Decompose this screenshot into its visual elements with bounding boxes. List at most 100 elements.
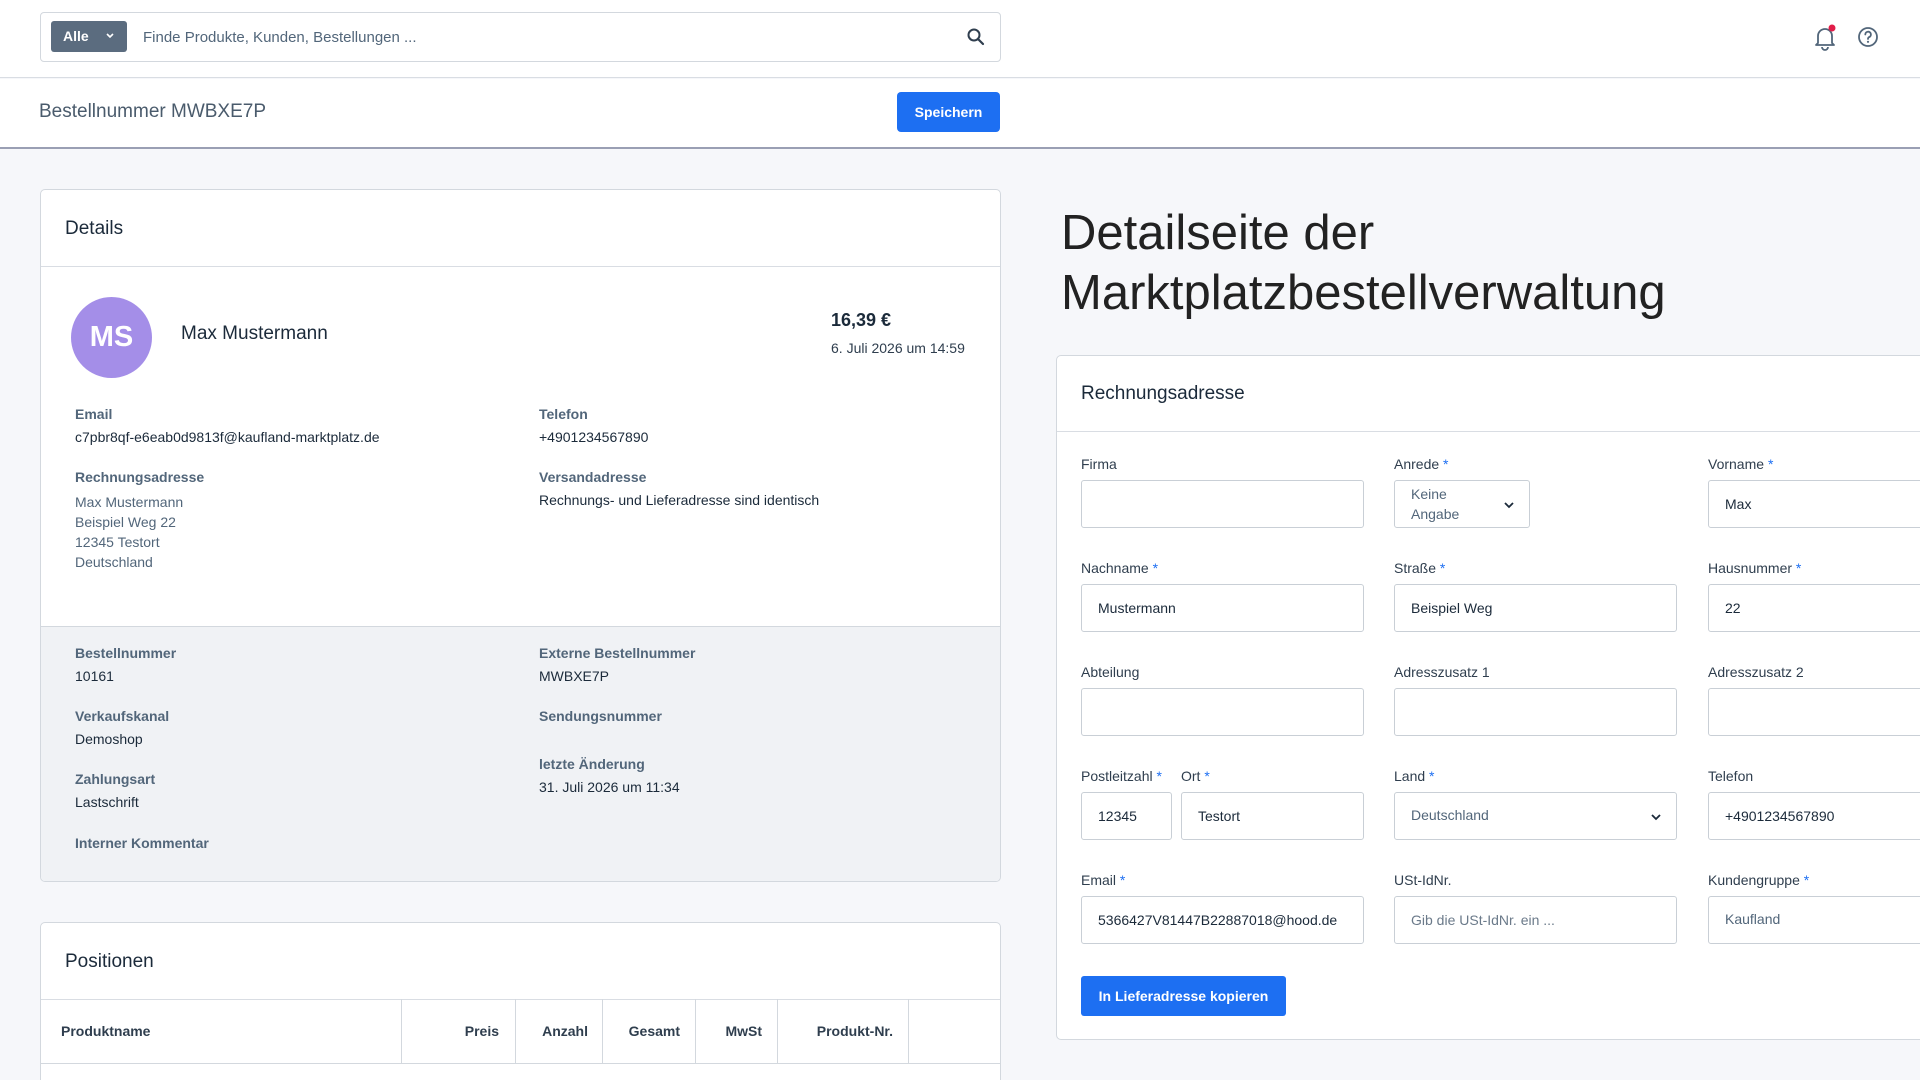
customer-group-value: Kaufland: [1725, 911, 1781, 927]
billing-address-label: Rechnungsadresse: [75, 469, 205, 485]
firstname-label: Vorname *: [1708, 456, 1773, 472]
salutation-select[interactable]: Keine Angabe: [1394, 480, 1530, 528]
country-label-text: Land: [1394, 768, 1426, 784]
save-button[interactable]: Speichern: [897, 92, 1000, 132]
housenumber-label: Hausnummer *: [1708, 560, 1801, 576]
company-label-text: Firma: [1081, 456, 1117, 472]
positions-title: Positionen: [65, 951, 154, 972]
search-icon[interactable]: [966, 27, 986, 47]
department-field[interactable]: [1081, 688, 1364, 736]
required-mark: *: [1119, 872, 1126, 888]
firstname-field[interactable]: [1708, 480, 1920, 528]
help-icon[interactable]: [1857, 26, 1879, 48]
search-scope-dropdown[interactable]: Alle: [51, 21, 127, 52]
salutation-value: Keine Angabe: [1411, 486, 1460, 522]
required-mark: *: [1803, 872, 1810, 888]
housenumber-field[interactable]: [1708, 584, 1920, 632]
phone-label-text: Telefon: [1708, 768, 1754, 784]
email-field[interactable]: [1081, 896, 1364, 944]
column-header-product-number[interactable]: Produkt-Nr.: [778, 999, 909, 1063]
payment-method-value: Lastschrift: [75, 794, 139, 810]
company-field[interactable]: [1081, 480, 1364, 528]
customer-group-select[interactable]: Kaufland: [1708, 896, 1920, 944]
address-addition-1-label-text: Adresszusatz 1: [1394, 664, 1490, 680]
billing-address-line: Deutschland: [75, 554, 153, 570]
lastname-label-text: Nachname: [1081, 560, 1149, 576]
required-mark: *: [1429, 768, 1435, 784]
required-mark: *: [1439, 560, 1446, 576]
vat-id-label: USt-IdNr.: [1394, 872, 1452, 888]
street-label-text: Straße: [1394, 560, 1437, 576]
divider: [1057, 431, 1920, 432]
department-label-text: Abteilung: [1081, 664, 1140, 680]
billing-address-line: Beispiel Weg 22: [75, 514, 176, 530]
salutation-label: Anrede *: [1394, 456, 1449, 472]
tracking-number-label: Sendungsnummer: [539, 708, 662, 724]
column-header-price[interactable]: Preis: [402, 999, 516, 1063]
required-mark: *: [1795, 560, 1802, 576]
email-label: Email *: [1081, 872, 1125, 888]
column-header-vat[interactable]: MwSt: [696, 999, 778, 1063]
email-label-text: Email: [1081, 872, 1117, 888]
order-number-value: 10161: [75, 668, 114, 684]
email-value: c7pbr8qf-e6eab0d9813f@kaufland-marktplat…: [75, 429, 380, 445]
lastname-field[interactable]: [1081, 584, 1364, 632]
billing-address-form: Rechnungsadresse Firma Anrede * Keine An…: [1056, 355, 1920, 1040]
shipping-address-value: Rechnungs- und Lieferadresse sind identi…: [539, 492, 820, 508]
country-value: Deutschland: [1411, 807, 1489, 823]
last-change-value: 31. Juli 2026 um 11:34: [539, 779, 680, 795]
email-label: Email: [75, 406, 113, 422]
phone-field[interactable]: [1708, 792, 1920, 840]
copy-to-shipping-address-button[interactable]: In Lieferadresse kopieren: [1081, 976, 1286, 1016]
billing-address-line: 12345 Testort: [75, 534, 160, 550]
chevron-down-icon: [105, 21, 115, 65]
order-total: 16,39 €: [831, 310, 892, 330]
customer-name: Max Mustermann: [181, 323, 328, 344]
company-label: Firma: [1081, 456, 1117, 472]
housenumber-label-text: Hausnummer: [1708, 560, 1793, 576]
billing-address-line: Max Mustermann: [75, 494, 184, 510]
address-addition-1-field[interactable]: [1394, 688, 1677, 736]
phone-value: +4901234567890: [539, 429, 649, 445]
page-title: Bestellnummer MWBXE7P: [39, 101, 267, 122]
external-order-value: MWBXE7P: [539, 668, 610, 684]
payment-method-label: Zahlungsart: [75, 771, 156, 787]
address-addition-2-field[interactable]: [1708, 688, 1920, 736]
city-label-text: Ort: [1181, 768, 1201, 784]
column-header-product-name[interactable]: Produktname: [41, 999, 402, 1063]
lastname-label: Nachname *: [1081, 560, 1158, 576]
zip-field[interactable]: [1081, 792, 1172, 840]
last-change-label: letzte Änderung: [539, 756, 645, 772]
city-field[interactable]: [1181, 792, 1364, 840]
required-mark: *: [1152, 560, 1159, 576]
search-input[interactable]: [143, 21, 943, 53]
notification-bell-icon[interactable]: [1812, 24, 1838, 52]
vat-id-field[interactable]: [1394, 896, 1677, 944]
order-number-label: Bestellnummer: [75, 645, 177, 661]
country-select[interactable]: Deutschland: [1394, 792, 1677, 840]
address-addition-2-label-text: Adresszusatz 2: [1708, 664, 1804, 680]
global-search: Alle: [40, 12, 1001, 62]
required-mark: *: [1204, 768, 1210, 784]
column-header-total[interactable]: Gesamt: [603, 999, 696, 1063]
address-addition-1-label: Adresszusatz 1: [1394, 664, 1490, 680]
firstname-label-text: Vorname: [1708, 456, 1765, 472]
sales-channel-value: Demoshop: [75, 731, 143, 747]
required-mark: *: [1443, 456, 1449, 472]
street-field[interactable]: [1394, 584, 1677, 632]
avatar: MS: [71, 297, 152, 378]
internal-comment-label: Interner Kommentar: [75, 835, 209, 851]
external-order-label: Externe Bestellnummer: [539, 645, 696, 661]
column-header-quantity[interactable]: Anzahl: [516, 999, 603, 1063]
top-bar: Alle: [0, 0, 1920, 78]
divider: [41, 1063, 1000, 1064]
phone-label: Telefon: [1708, 768, 1753, 784]
page-header: Bestellnummer MWBXE7P Speichern: [0, 79, 1920, 149]
address-addition-2-label: Adresszusatz 2: [1708, 664, 1804, 680]
positions-card: Positionen Produktname Preis Anzahl Gesa…: [40, 922, 1001, 1080]
order-date: 6. Juli 2026 um 14:59: [831, 340, 965, 356]
zip-label-text: Postleitzahl: [1081, 768, 1153, 784]
shipping-address-label: Versandadresse: [539, 469, 647, 485]
page-heading: Detailseite der Marktplatzbestellverwalt…: [1061, 206, 1666, 320]
customer-group-label-text: Kundengruppe: [1708, 872, 1800, 888]
